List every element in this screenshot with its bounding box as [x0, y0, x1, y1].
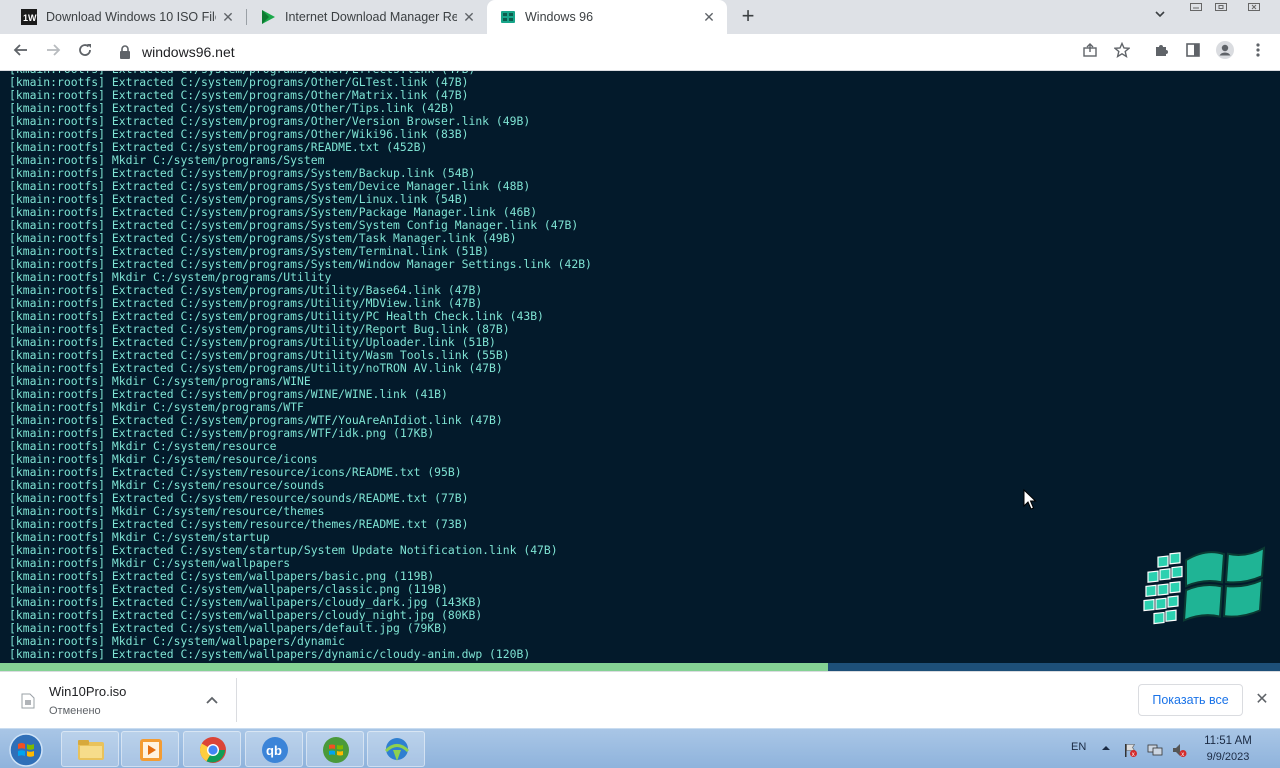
download-shelf: Win10Pro.iso Отменено Показать все ✕: [0, 671, 1280, 728]
file-icon: [21, 693, 35, 709]
browser-menu-icon[interactable]: [1245, 40, 1271, 66]
volume-muted-icon[interactable]: x: [1171, 742, 1187, 758]
restore-icon[interactable]: [1207, 0, 1235, 16]
taskbar: qb EN x x 11:51 AM 9/9/2023: [0, 728, 1280, 768]
green-play-icon: [262, 10, 275, 24]
svg-text:qb: qb: [266, 743, 282, 758]
share-icon[interactable]: [1077, 40, 1103, 66]
tab-internet-download-manager[interactable]: Internet Download Manager Reg ✕: [247, 0, 487, 34]
bookmark-star-icon[interactable]: [1109, 40, 1135, 66]
svg-text:x: x: [1132, 752, 1135, 758]
address-bar-url[interactable]: windows96.net: [142, 44, 235, 60]
download-file-name[interactable]: Win10Pro.iso: [49, 684, 126, 699]
media-player-icon: [140, 739, 162, 761]
chrome-icon: [199, 737, 226, 763]
side-panel-icon[interactable]: [1180, 40, 1206, 66]
back-arrow-icon[interactable]: [8, 40, 34, 66]
boot-terminal[interactable]: [kmain:rootfs] Extracted C:/system/progr…: [0, 71, 1280, 663]
taskbar-app-windows-update[interactable]: [306, 731, 364, 767]
tab-search-chevron-icon[interactable]: [1150, 8, 1170, 26]
windows96-logo-icon: [1143, 546, 1266, 625]
tab-title: Download Windows 10 ISO File (: [46, 10, 216, 24]
taskbar-app-chrome[interactable]: [183, 731, 241, 767]
minimize-icon[interactable]: [1182, 0, 1210, 16]
idm-icon: [384, 738, 410, 761]
browser-toolbar: windows96.net: [0, 34, 1280, 71]
qbittorrent-icon: qb: [262, 737, 288, 763]
browser-tab-strip: 1W Download Windows 10 ISO File ( ✕ Inte…: [0, 0, 1280, 34]
taskbar-app-media-player[interactable]: [121, 731, 179, 767]
windows96-icon: [501, 11, 515, 23]
action-center-flag-icon[interactable]: x: [1122, 742, 1138, 758]
keyboard-language[interactable]: EN: [1071, 741, 1086, 753]
lock-icon[interactable]: [118, 44, 132, 60]
forward-arrow-icon[interactable]: [40, 40, 66, 66]
close-icon[interactable]: ✕: [1254, 692, 1270, 708]
terminal-output: [kmain:rootfs] Extracted C:/system/progr…: [9, 71, 592, 661]
mouse-pointer-icon: [1023, 489, 1037, 510]
1w-site-icon: 1W: [21, 9, 37, 25]
tab-title: Internet Download Manager Reg: [285, 10, 457, 24]
taskbar-app-file-explorer[interactable]: [61, 731, 119, 767]
svg-text:1W: 1W: [23, 13, 37, 23]
windows-update-icon: [323, 737, 349, 763]
file-explorer-icon: [78, 740, 104, 760]
terminal-line: [kmain:rootfs] Extracted C:/system/wallp…: [9, 647, 531, 661]
tab-title: Windows 96: [525, 10, 594, 24]
divider: [236, 678, 237, 722]
tab-windows-96[interactable]: Windows 96 ✕: [487, 0, 727, 34]
new-tab-plus-icon[interactable]: +: [736, 5, 760, 29]
close-icon[interactable]: ✕: [220, 9, 236, 25]
taskbar-app-idm[interactable]: [367, 731, 425, 767]
close-icon[interactable]: ✕: [701, 9, 717, 25]
tab-download-windows-10[interactable]: 1W Download Windows 10 ISO File ( ✕: [8, 0, 246, 34]
network-icon[interactable]: [1147, 742, 1163, 758]
profile-avatar-icon[interactable]: [1212, 40, 1238, 66]
download-status: Отменено: [49, 705, 101, 717]
extensions-puzzle-icon[interactable]: [1148, 40, 1174, 66]
tray-expand-arrow-icon[interactable]: [1101, 743, 1111, 753]
boot-progress-fill: [0, 663, 829, 671]
svg-text:x: x: [1181, 752, 1184, 758]
close-icon[interactable]: ✕: [461, 9, 477, 25]
show-all-downloads-button[interactable]: Показать все: [1138, 684, 1243, 716]
start-button-icon[interactable]: [6, 732, 46, 768]
taskbar-app-qbittorrent[interactable]: qb: [245, 731, 303, 767]
boot-progress-bar: [0, 663, 1280, 671]
chevron-up-icon[interactable]: [204, 692, 220, 708]
clock-time[interactable]: 11:51 AM: [1198, 735, 1258, 747]
reload-icon[interactable]: [72, 40, 98, 66]
close-window-icon[interactable]: [1240, 0, 1268, 16]
clock-date[interactable]: 9/9/2023: [1198, 751, 1258, 763]
